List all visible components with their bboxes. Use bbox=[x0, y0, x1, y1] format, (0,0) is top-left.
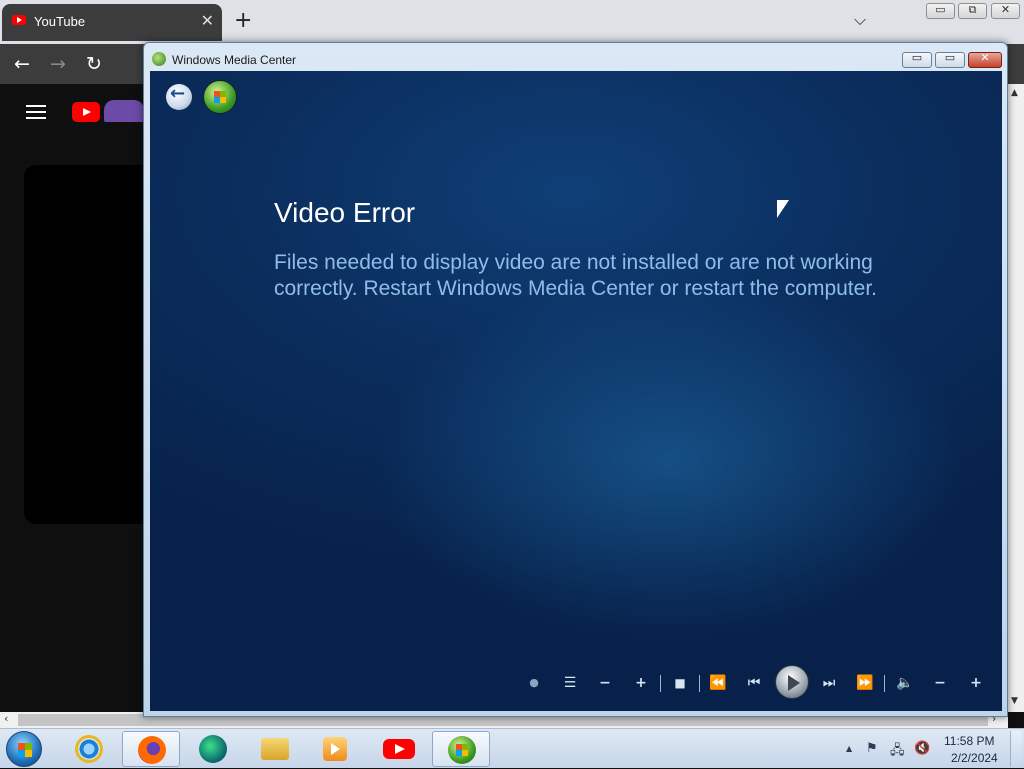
new-tab-button[interactable]: + bbox=[234, 8, 252, 33]
tab-close-icon[interactable]: ✕ bbox=[201, 11, 214, 30]
wmc-close-button[interactable]: ✕ bbox=[968, 51, 1002, 68]
media-center-content: Video Error Files needed to display vide… bbox=[150, 71, 1002, 711]
fast-forward-icon[interactable]: ⏩ bbox=[855, 676, 875, 690]
window-title: Windows Media Center bbox=[172, 53, 297, 67]
taskbar-item-internet-explorer[interactable] bbox=[60, 731, 118, 767]
hamburger-menu-icon[interactable] bbox=[26, 105, 46, 119]
channel-down-icon[interactable]: − bbox=[595, 676, 615, 690]
volume-up-icon[interactable]: + bbox=[966, 676, 986, 690]
volume-muted-icon[interactable]: 🔇 bbox=[914, 741, 930, 756]
back-button-icon[interactable] bbox=[166, 83, 192, 110]
next-icon[interactable]: ⏭ bbox=[819, 676, 839, 690]
separator bbox=[699, 675, 700, 692]
restore-icon: ⧉ bbox=[968, 3, 977, 16]
clock-date[interactable]: 2/2/2024 bbox=[951, 751, 998, 765]
error-title: Video Error bbox=[274, 197, 416, 228]
taskbar-item-youtube[interactable] bbox=[370, 731, 428, 767]
close-icon: ✕ bbox=[980, 51, 990, 64]
folder-icon bbox=[261, 738, 289, 760]
internet-explorer-icon bbox=[75, 735, 103, 763]
vertical-scrollbar[interactable]: ▲ ▼ bbox=[1008, 84, 1024, 712]
app-icon bbox=[199, 735, 227, 763]
taskbar-item-media-player[interactable] bbox=[306, 731, 364, 767]
scroll-up-arrow-icon[interactable]: ▲ bbox=[1011, 88, 1018, 98]
tab-search-chevron-icon[interactable]: ⌵ bbox=[854, 10, 866, 30]
separator bbox=[884, 675, 885, 692]
youtube-favicon-icon bbox=[12, 15, 26, 25]
media-center-titlebar[interactable]: Windows Media Center ▭ ▭ ✕ bbox=[144, 43, 1007, 71]
scroll-left-arrow-icon[interactable]: ‹ bbox=[4, 712, 8, 725]
youtube-doodle-logo[interactable] bbox=[104, 100, 144, 122]
channel-up-icon[interactable]: + bbox=[631, 676, 651, 690]
clock-time[interactable]: 11:58 PM bbox=[944, 734, 994, 748]
rewind-icon[interactable]: ⏪ bbox=[708, 676, 728, 690]
show-desktop-button[interactable] bbox=[1010, 731, 1022, 767]
media-center-start-button-icon[interactable] bbox=[203, 80, 237, 114]
tab-youtube[interactable]: YouTube ✕ bbox=[2, 4, 222, 41]
taskbar-item-app[interactable] bbox=[184, 731, 242, 767]
maximize-icon: ▭ bbox=[944, 51, 956, 64]
show-hidden-icons-icon[interactable]: ▲ bbox=[846, 744, 852, 753]
volume-down-icon[interactable]: − bbox=[930, 676, 950, 690]
wmc-maximize-button[interactable]: ▭ bbox=[935, 51, 965, 68]
browser-close-button[interactable]: ✕ bbox=[991, 3, 1020, 19]
wmc-minimize-button[interactable]: ▭ bbox=[902, 51, 932, 68]
browser-minimize-button[interactable]: ▭ bbox=[926, 3, 955, 19]
separator bbox=[660, 675, 661, 692]
media-center-app-icon bbox=[152, 52, 166, 66]
network-icon[interactable]: 🖧 bbox=[890, 741, 905, 763]
mute-icon[interactable]: 🔈 bbox=[895, 676, 915, 690]
youtube-icon bbox=[383, 739, 415, 759]
reload-icon[interactable]: ↻ bbox=[86, 53, 102, 75]
tab-strip: YouTube ✕ + ⌵ ▭ ⧉ ✕ bbox=[0, 0, 1024, 44]
media-player-icon bbox=[323, 737, 347, 761]
youtube-logo-icon[interactable] bbox=[72, 102, 100, 122]
guide-icon[interactable]: ☰ bbox=[560, 676, 580, 690]
taskbar-item-media-center[interactable] bbox=[432, 731, 490, 767]
minimize-icon: ▭ bbox=[911, 51, 923, 64]
media-center-window: Windows Media Center ▭ ▭ ✕ Video Error F… bbox=[143, 42, 1008, 717]
tab-title: YouTube bbox=[34, 14, 86, 29]
record-icon[interactable]: ● bbox=[524, 676, 544, 690]
taskbar-item-firefox[interactable] bbox=[122, 731, 180, 767]
close-icon: ✕ bbox=[1000, 3, 1011, 16]
stop-icon[interactable]: ■ bbox=[670, 676, 690, 690]
action-center-flag-icon[interactable]: ⚑ bbox=[866, 741, 878, 756]
taskbar-item-explorer[interactable] bbox=[246, 731, 304, 767]
back-arrow-icon[interactable]: ← bbox=[14, 53, 30, 75]
forward-arrow-icon[interactable]: → bbox=[50, 53, 66, 75]
browser-restore-button[interactable]: ⧉ bbox=[958, 3, 987, 19]
system-tray: ▲ ⚑ 🖧 🔇 11:58 PM 2/2/2024 bbox=[840, 729, 1020, 769]
scroll-down-arrow-icon[interactable]: ▼ bbox=[1011, 696, 1018, 706]
start-button-icon[interactable] bbox=[6, 731, 42, 767]
previous-icon[interactable]: ⏮ bbox=[744, 676, 764, 690]
taskbar: ▲ ⚑ 🖧 🔇 11:58 PM 2/2/2024 bbox=[0, 728, 1024, 768]
play-button-icon[interactable] bbox=[775, 665, 809, 699]
media-center-icon bbox=[448, 736, 476, 764]
firefox-icon bbox=[138, 736, 166, 764]
minimize-icon: ▭ bbox=[935, 3, 946, 16]
error-message: Files needed to display video are not in… bbox=[274, 251, 877, 300]
transport-controls: ● ☰ − + ■ ⏪ ⏮ ⏭ ⏩ 🔈 − + bbox=[150, 661, 1002, 706]
